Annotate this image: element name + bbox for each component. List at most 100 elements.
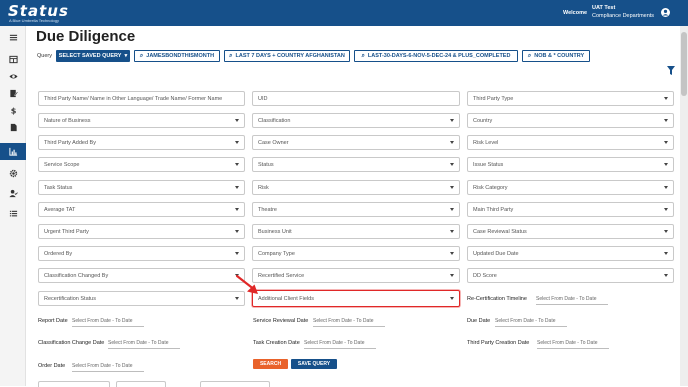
field-placeholder: Case Reviewal Status: [473, 228, 527, 235]
country-select[interactable]: Country: [467, 113, 674, 128]
page-title: Due Diligence: [36, 28, 136, 45]
saved-query-label: JAMESBONDTHISMONTH: [146, 53, 215, 59]
chevron-down-icon: [450, 186, 454, 189]
third-party-name-input[interactable]: Third Party Name/ Name in Other Language…: [38, 91, 245, 106]
company-type-select[interactable]: Company Type: [252, 246, 460, 261]
dd-score-select[interactable]: DD Score: [467, 268, 674, 283]
search-icon: ⌕: [361, 52, 365, 59]
recertification-status-select[interactable]: Recertification Status: [38, 291, 245, 306]
user-account-icon[interactable]: [661, 8, 670, 17]
gear-icon[interactable]: [0, 165, 26, 182]
field-placeholder: Additional Client Fields: [258, 295, 314, 302]
risk-level-select[interactable]: Risk Level: [467, 135, 674, 150]
search-button[interactable]: SEARCH: [253, 359, 288, 369]
business-unit-select[interactable]: Business Unit: [252, 224, 460, 239]
recert-timeline-label: Re-Certification Timeline: [467, 296, 527, 302]
case-owner-select[interactable]: Case Owner: [252, 135, 460, 150]
due-date-label: Due Date: [467, 318, 491, 324]
chevron-down-icon: [235, 119, 239, 122]
field-placeholder: Case Owner: [258, 139, 289, 146]
dollar-icon[interactable]: $: [0, 102, 26, 119]
saved-query-label: LAST 7 DAYS + COUNTRY AFGHANISTAN: [235, 53, 345, 59]
field-placeholder: Third Party Type: [473, 95, 514, 102]
case-reviewal-status-select[interactable]: Case Reviewal Status: [467, 224, 674, 239]
risk-category-select[interactable]: Risk Category: [467, 180, 674, 195]
saved-query-label: LAST-30-DAYS-6-NOV-5-DEC-24 & PLUS_COMPL…: [367, 53, 511, 59]
service-scope-select[interactable]: Service Scope: [38, 157, 245, 172]
theatre-select[interactable]: Theatre: [252, 202, 460, 217]
urgent-third-party-select[interactable]: Urgent Third Party: [38, 224, 245, 239]
scrollbar-thumb[interactable]: [681, 32, 687, 96]
main-third-party-select[interactable]: Main Third Party: [467, 202, 674, 217]
recert-timeline-date-range[interactable]: Select From Date - To Date: [536, 295, 608, 305]
third-party-added-by-select[interactable]: Third Party Added By: [38, 135, 245, 150]
field-placeholder: Ordered By: [44, 250, 73, 257]
saved-query-button[interactable]: ⌕ LAST 7 DAYS + COUNTRY AFGHANISTAN: [224, 50, 350, 62]
risk-select[interactable]: Risk: [252, 180, 460, 195]
chevron-down-icon: [664, 186, 668, 189]
field-placeholder: Company Type: [258, 250, 295, 257]
third-party-creation-date-range[interactable]: Select From Date - To Date: [537, 339, 609, 349]
field-placeholder: Risk: [258, 184, 269, 191]
status-select[interactable]: Status: [252, 157, 460, 172]
chevron-down-icon: [235, 230, 239, 233]
results-tab[interactable]: [116, 381, 166, 387]
updated-due-date-select[interactable]: Updated Due Date: [467, 246, 674, 261]
chevron-down-icon: [235, 186, 239, 189]
classification-changed-by-select[interactable]: Classification Changed By: [38, 268, 245, 283]
saved-query-button[interactable]: ⌕ LAST-30-DAYS-6-NOV-5-DEC-24 & PLUS_COM…: [354, 50, 518, 62]
classification-change-date-range[interactable]: Select From Date - To Date: [108, 339, 180, 349]
task-creation-date-range[interactable]: Select From Date - To Date: [304, 339, 376, 349]
uid-input[interactable]: UID: [252, 91, 460, 106]
order-date-range[interactable]: Select From Date - To Date: [72, 362, 144, 372]
user-check-icon[interactable]: [0, 185, 26, 202]
ordered-by-select[interactable]: Ordered By: [38, 246, 245, 261]
chevron-down-icon: [450, 230, 454, 233]
order-date-label: Order Date: [38, 363, 66, 369]
save-query-button[interactable]: SAVE QUERY: [291, 359, 337, 369]
saved-query-button[interactable]: ⌕ NOB & * COUNTRY: [522, 50, 590, 62]
third-party-type-select[interactable]: Third Party Type: [467, 91, 674, 106]
report-date-range[interactable]: Select From Date - To Date: [72, 317, 144, 327]
table-icon[interactable]: [0, 51, 26, 68]
issue-status-select[interactable]: Issue Status: [467, 157, 674, 172]
chevron-down-icon: ▾: [124, 53, 128, 59]
field-placeholder: Updated Due Date: [473, 250, 519, 257]
classification-select[interactable]: Classification: [252, 113, 460, 128]
file-icon[interactable]: [0, 119, 26, 136]
report-date-label: Report Date: [38, 318, 68, 324]
edit-document-icon[interactable]: [0, 85, 26, 102]
chevron-down-icon: [450, 297, 454, 300]
menu-icon[interactable]: [0, 29, 26, 46]
service-reviewal-date-range[interactable]: Select From Date - To Date: [313, 317, 385, 327]
additional-client-fields-select[interactable]: Additional Client Fields: [252, 290, 460, 307]
nature-of-business-select[interactable]: Nature of Business: [38, 113, 245, 128]
field-placeholder: Nature of Business: [44, 117, 91, 124]
sidebar: $: [0, 26, 26, 386]
logo-tagline: A Blue Umbrella Technology: [9, 18, 59, 23]
top-bar: Status A Blue Umbrella Technology Welcom…: [0, 0, 688, 26]
field-placeholder: UID: [258, 95, 268, 102]
eye-icon[interactable]: [0, 68, 26, 85]
welcome-text: Welcome: [563, 10, 588, 16]
results-tab[interactable]: [38, 381, 110, 387]
due-date-range[interactable]: Select From Date - To Date: [495, 317, 567, 327]
chevron-down-icon: [235, 163, 239, 166]
field-placeholder: Risk Level: [473, 139, 499, 146]
chevron-down-icon: [664, 119, 668, 122]
chevron-down-icon: [664, 97, 668, 100]
chevron-down-icon: [450, 119, 454, 122]
saved-query-button[interactable]: ⌕ JAMESBONDTHISMONTH: [134, 50, 220, 62]
chart-icon[interactable]: [0, 143, 26, 160]
list-icon[interactable]: [0, 205, 26, 222]
filter-icon[interactable]: [667, 66, 675, 75]
select-saved-query-button[interactable]: SELECT SAVED QUERY ▾: [56, 50, 130, 62]
results-tab[interactable]: [200, 381, 270, 387]
task-status-select[interactable]: Task Status: [38, 180, 245, 195]
average-tat-select[interactable]: Average TAT: [38, 202, 245, 217]
recertified-service-select[interactable]: Recertified Service: [252, 268, 460, 283]
chevron-down-icon: [450, 141, 454, 144]
svg-text:$: $: [10, 106, 16, 115]
chevron-down-icon: [664, 141, 668, 144]
saved-query-label: NOB & * COUNTRY: [534, 53, 585, 59]
